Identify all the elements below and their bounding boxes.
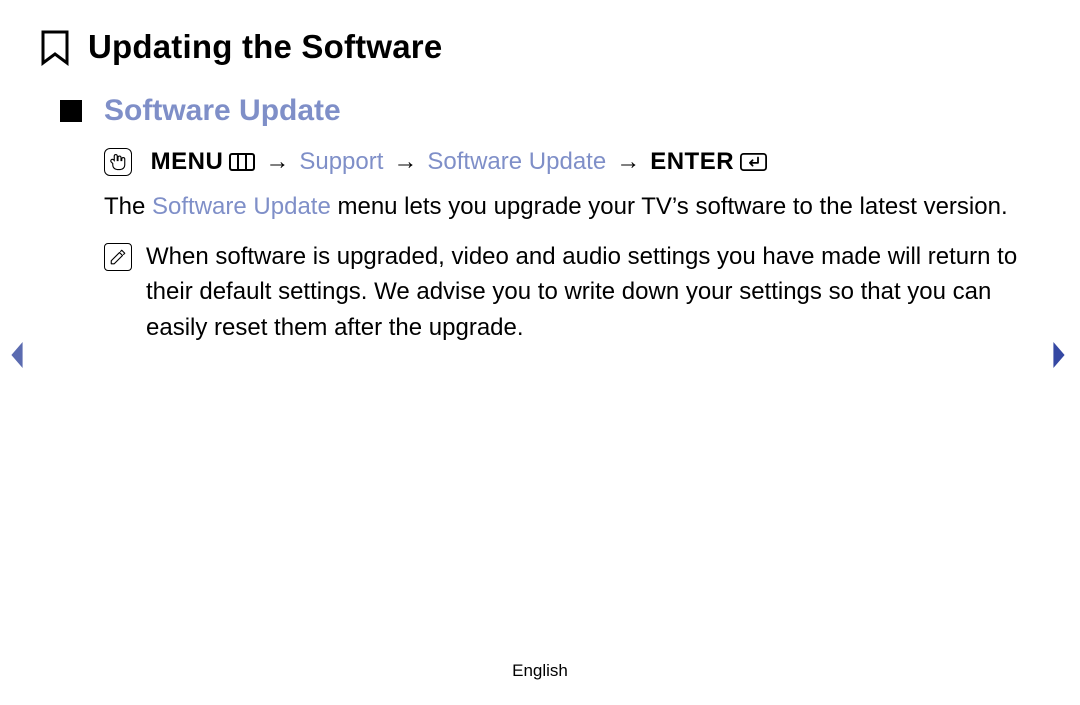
bookmark-icon bbox=[40, 30, 70, 66]
description-text: The Software Update menu lets you upgrad… bbox=[104, 190, 1040, 225]
footer-language: English bbox=[0, 661, 1080, 681]
section-heading: Software Update bbox=[104, 94, 341, 128]
enter-remote-icon bbox=[740, 153, 767, 171]
menu-remote-icon bbox=[229, 153, 255, 171]
enter-label: ENTER bbox=[650, 148, 734, 176]
note-text: When software is upgraded, video and aud… bbox=[146, 239, 1040, 346]
nav-software-update: Software Update bbox=[427, 148, 606, 176]
remote-hand-icon bbox=[104, 148, 132, 176]
nav-support: Support bbox=[299, 148, 383, 176]
next-page-arrow[interactable] bbox=[1050, 340, 1068, 375]
navigation-path: MENU → Support → Software Update → ENTER bbox=[104, 148, 1040, 176]
desc-suffix: menu lets you upgrade your TV’s software… bbox=[331, 193, 1008, 220]
arrow-sep-2: → bbox=[389, 148, 421, 176]
desc-prefix: The bbox=[104, 193, 152, 220]
desc-highlight: Software Update bbox=[152, 193, 331, 220]
note-icon bbox=[104, 243, 132, 271]
page-title: Updating the Software bbox=[88, 28, 442, 66]
prev-page-arrow[interactable] bbox=[8, 340, 26, 375]
square-bullet-icon bbox=[60, 100, 82, 122]
arrow-sep-1: → bbox=[261, 148, 293, 176]
menu-label: MENU bbox=[151, 148, 224, 176]
arrow-sep-3: → bbox=[612, 148, 644, 176]
